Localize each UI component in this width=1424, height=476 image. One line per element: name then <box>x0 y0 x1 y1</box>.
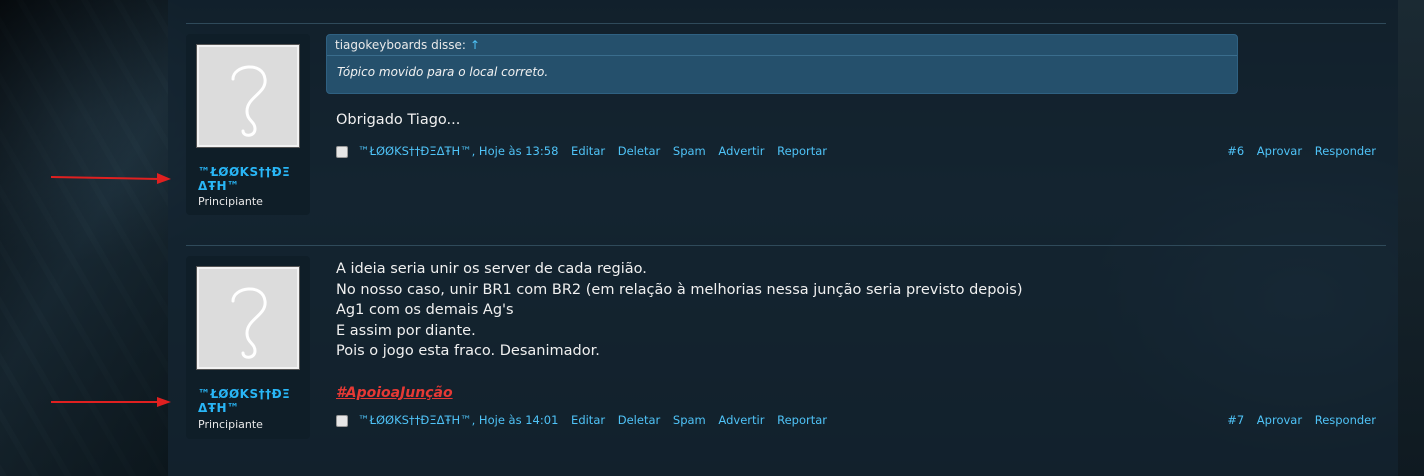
post-line: Ag1 com os demais Ag's <box>336 302 514 318</box>
post-line: Obrigado Tiago... <box>336 112 461 128</box>
author-name[interactable]: ™ŁØØKS††ÐΞ ΔŦH™ <box>198 387 308 415</box>
quote-author: tiagokeyboards disse: <box>335 38 466 52</box>
avatar[interactable] <box>197 267 299 369</box>
select-post-checkbox[interactable] <box>336 415 348 427</box>
post-line: E assim por diante. <box>336 322 476 339</box>
report-link[interactable]: Reportar <box>777 144 827 158</box>
edit-link[interactable]: Editar <box>571 144 605 158</box>
quote-header: tiagokeyboards disse: ↑ <box>327 35 1237 56</box>
approve-link[interactable]: Aprovar <box>1257 144 1302 158</box>
post-divider <box>186 245 1386 246</box>
approve-link[interactable]: Aprovar <box>1257 413 1302 427</box>
red-arrow-icon <box>51 173 171 184</box>
go-to-quote-icon[interactable]: ↑ <box>470 38 480 52</box>
post-footer: ™ŁØØKS††ÐΞΔŦH™, Hoje às 14:01 Editar Del… <box>336 413 1376 429</box>
quote-block: tiagokeyboards disse: ↑ Tópico movido par… <box>326 34 1238 94</box>
warn-link[interactable]: Advertir <box>718 144 764 158</box>
spam-link[interactable]: Spam <box>673 144 706 158</box>
avatar[interactable] <box>197 45 299 147</box>
post-number-link[interactable]: #6 <box>1227 144 1244 158</box>
quote-text: Tópico movido para o local correto. <box>337 65 549 79</box>
post: ™ŁØØKS††ÐΞ ΔŦH™ Principiante A ideia ser… <box>51 256 1386 446</box>
author-panel: ™ŁØØKS††ÐΞ ΔŦH™ Principiante <box>51 34 310 215</box>
background-right <box>1398 0 1424 476</box>
author-name[interactable]: ™ŁØØKS††ÐΞ ΔŦH™ <box>198 165 308 193</box>
post-divider <box>186 23 1386 24</box>
warn-link[interactable]: Advertir <box>718 413 764 427</box>
hashtag-link[interactable]: #ApoioaJunção <box>336 385 453 401</box>
post-line: Pois o jogo esta fraco. Desanimador. <box>336 343 600 359</box>
question-mark-icon <box>231 287 267 359</box>
post-line: A ideia seria unir os server de cada reg… <box>336 261 647 277</box>
red-arrow-icon <box>51 397 171 407</box>
post-message: Obrigado Tiago... <box>336 110 460 131</box>
edit-link[interactable]: Editar <box>571 413 605 427</box>
reply-link[interactable]: Responder <box>1315 144 1376 158</box>
author-rank: Principiante <box>198 195 263 208</box>
post-line: No nosso caso, unir BR1 com BR2 (em rela… <box>336 281 1023 298</box>
select-post-checkbox[interactable] <box>336 146 348 158</box>
report-link[interactable]: Reportar <box>777 413 827 427</box>
post-footer: ™ŁØØKS††ÐΞΔŦH™, Hoje às 13:58 Editar Del… <box>336 144 1376 160</box>
post-meta-link[interactable]: ™ŁØØKS††ÐΞΔŦH™, Hoje às 14:01 <box>358 413 558 427</box>
delete-link[interactable]: Deletar <box>618 144 661 158</box>
spam-link[interactable]: Spam <box>673 413 706 427</box>
post: ™ŁØØKS††ÐΞ ΔŦH™ Principiante tiagokeyboa… <box>51 34 1386 219</box>
delete-link[interactable]: Deletar <box>618 413 661 427</box>
post-number-link[interactable]: #7 <box>1227 413 1244 427</box>
author-panel: ™ŁØØKS††ÐΞ ΔŦH™ Principiante <box>51 256 310 439</box>
post-message: A ideia seria unir os server de cada reg… <box>336 259 1023 362</box>
post-meta-link[interactable]: ™ŁØØKS††ÐΞΔŦH™, Hoje às 13:58 <box>358 144 558 158</box>
reply-link[interactable]: Responder <box>1315 413 1376 427</box>
question-mark-icon <box>231 65 267 137</box>
author-rank: Principiante <box>198 418 263 431</box>
